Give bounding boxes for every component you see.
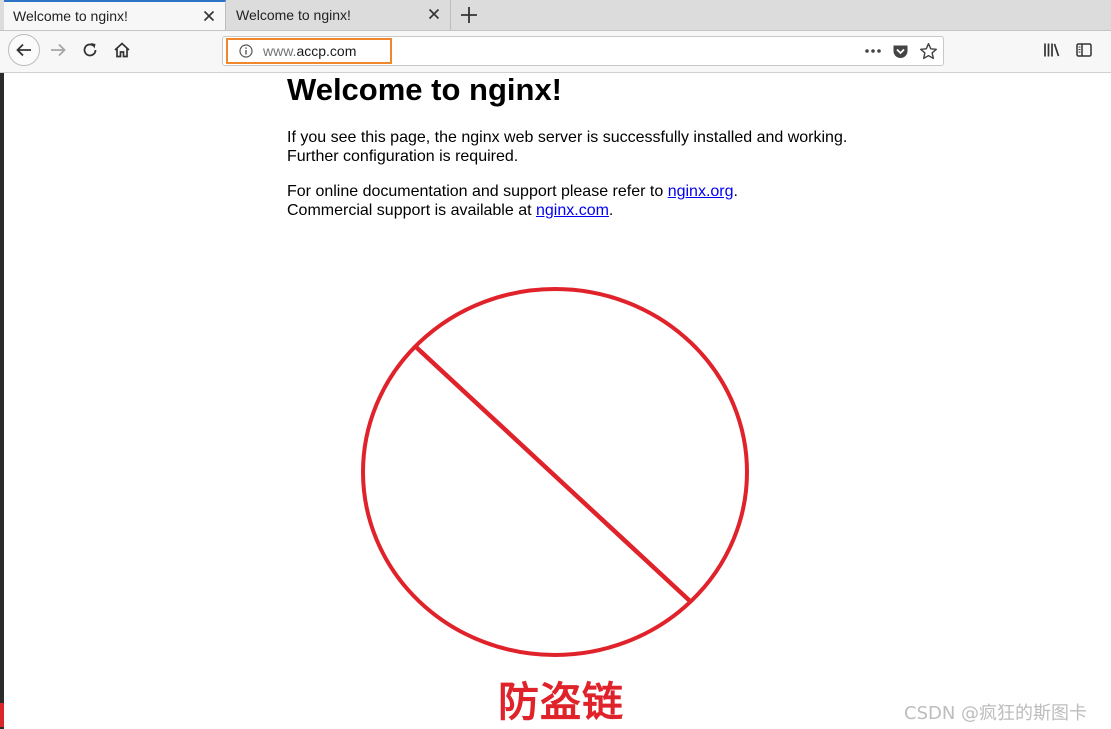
navigation-toolbar: www.accp.com [0,31,1111,73]
tab-inactive[interactable]: Welcome to nginx! [227,0,451,30]
home-icon [114,42,130,58]
nginx-com-link[interactable]: nginx.com [536,202,609,219]
csdn-watermark: CSDN @疯狂的斯图卡 [904,703,1088,724]
url-bar[interactable]: www.accp.com [222,36,944,66]
info-icon[interactable] [239,44,253,58]
pocket-icon[interactable] [892,43,909,60]
docs-text: For online documentation and support ple… [287,183,668,200]
left-window-edge [0,72,4,729]
url-text[interactable]: www.accp.com [263,43,356,59]
page-heading: Welcome to nginx! [287,72,563,107]
support-line: Commercial support is available at nginx… [287,201,613,220]
reload-icon [83,43,97,57]
home-button[interactable] [110,38,134,62]
back-arrow-icon [16,43,31,57]
tab-title: Welcome to nginx! [236,7,351,23]
plus-icon[interactable] [458,4,480,26]
intro-line-1: If you see this page, the nginx web serv… [287,129,848,146]
support-text: Commercial support is available at [287,202,536,219]
url-host-domain: accp.com [296,43,357,59]
tab-active[interactable]: Welcome to nginx! [4,0,226,30]
reload-button[interactable] [78,38,102,62]
back-button[interactable] [8,34,40,66]
tab-strip: Welcome to nginx! Welcome to nginx! [0,0,1111,31]
close-icon[interactable] [201,8,217,24]
library-button[interactable] [1041,39,1063,61]
url-host-prefix: www. [263,43,297,59]
sidebar-button[interactable] [1073,39,1095,61]
nginx-org-link[interactable]: nginx.org [668,183,734,200]
forward-arrow-icon [51,43,66,57]
library-icon [1044,43,1060,57]
left-edge-red-marker [0,703,4,727]
forward-button[interactable] [46,38,70,62]
prohibition-sign [361,287,749,657]
close-icon[interactable] [426,6,442,22]
support-period: . [608,202,614,219]
sidebar-icon [1076,43,1092,57]
anti-hotlink-caption: 防盗链 [498,678,624,726]
docs-period: . [733,183,738,200]
star-icon[interactable] [919,42,938,61]
tab-title: Welcome to nginx! [13,8,128,24]
intro-line-2: Further configuration is required. [287,148,519,165]
more-dots-icon[interactable] [864,44,882,58]
docs-line: For online documentation and support ple… [287,182,738,201]
